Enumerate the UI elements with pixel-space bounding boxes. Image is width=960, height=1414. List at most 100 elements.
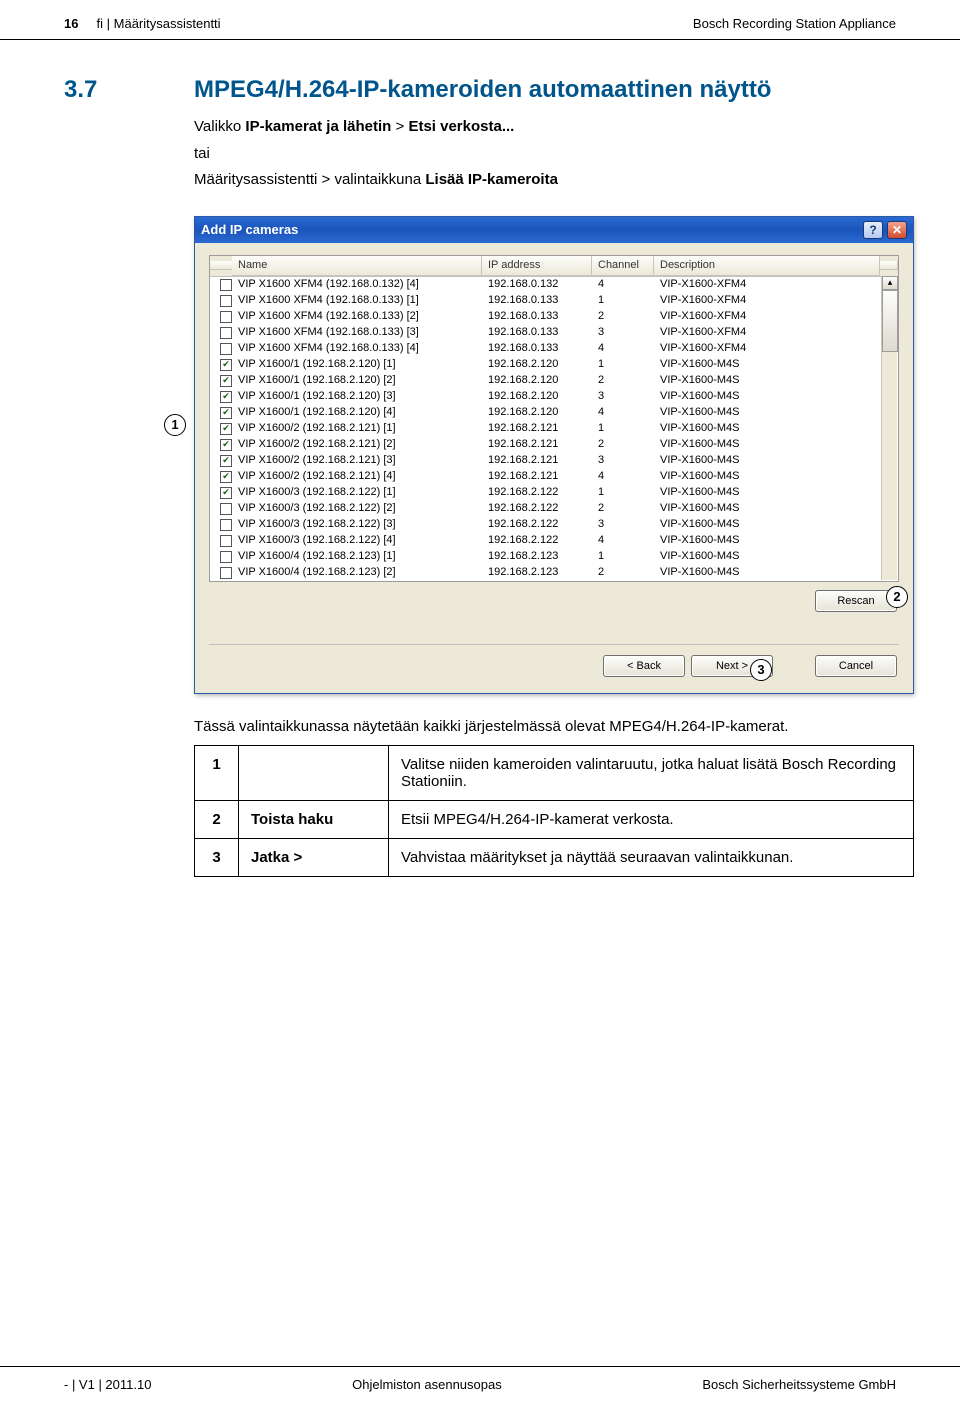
cell-ip: 192.168.0.133 [482,309,592,324]
ref-desc: Vahvistaa määritykset ja näyttää seuraav… [389,838,914,876]
table-row[interactable]: VIP X1600/1 (192.168.2.120) [2]192.168.2… [210,373,898,389]
row-checkbox[interactable] [220,343,232,355]
cell-ip: 192.168.2.122 [482,517,592,532]
cell-ip: 192.168.2.121 [482,421,592,436]
table-row[interactable]: VIP X1600/3 (192.168.2.122) [3]192.168.2… [210,517,898,533]
cell-description: VIP-X1600-M4S [654,501,880,516]
table-row[interactable]: VIP X1600/3 (192.168.2.122) [4]192.168.2… [210,533,898,549]
scrollbar-header [880,261,898,270]
cell-description: VIP-X1600-XFM4 [654,325,880,340]
cell-channel: 3 [592,325,654,340]
text: Määritysassistentti > valintaikkuna [194,171,425,188]
cell-description: VIP-X1600-M4S [654,373,880,388]
ref-num: 1 [195,745,239,800]
table-row[interactable]: VIP X1600/4 (192.168.2.123) [1]192.168.2… [210,549,898,565]
table-row[interactable]: VIP X1600/2 (192.168.2.121) [1]192.168.2… [210,421,898,437]
table-row[interactable]: VIP X1600/2 (192.168.2.121) [3]192.168.2… [210,453,898,469]
col-name[interactable]: Name [232,256,482,276]
ref-label [239,745,389,800]
table-row[interactable]: VIP X1600/2 (192.168.2.121) [2]192.168.2… [210,437,898,453]
row-checkbox[interactable] [220,535,232,547]
callout-3: 3 [750,659,772,681]
cell-name: VIP X1600/1 (192.168.2.120) [3] [232,389,482,404]
callout-2: 2 [886,586,908,608]
cell-channel: 2 [592,501,654,516]
cell-ip: 192.168.0.133 [482,293,592,308]
spacer [779,655,809,677]
table-row[interactable]: VIP X1600/4 (192.168.2.123) [2]192.168.2… [210,565,898,581]
cell-ip: 192.168.2.120 [482,373,592,388]
rescan-button[interactable]: Rescan [815,590,897,612]
table-row[interactable]: VIP X1600/2 (192.168.2.121) [4]192.168.2… [210,469,898,485]
table-row[interactable]: VIP X1600 XFM4 (192.168.0.133) [1]192.16… [210,293,898,309]
table-row[interactable]: VIP X1600/1 (192.168.2.120) [3]192.168.2… [210,389,898,405]
help-icon[interactable]: ? [863,221,883,239]
cell-channel: 1 [592,485,654,500]
table-row[interactable]: VIP X1600 XFM4 (192.168.0.133) [4]192.16… [210,341,898,357]
table-row[interactable]: VIP X1600/1 (192.168.2.120) [4]192.168.2… [210,405,898,421]
row-checkbox[interactable] [220,439,232,451]
cell-channel: 4 [592,277,654,292]
row-checkbox[interactable] [220,391,232,403]
footer-left: - | V1 | 2011.10 [64,1377,151,1392]
row-checkbox[interactable] [220,519,232,531]
cell-name: VIP X1600/2 (192.168.2.121) [2] [232,437,482,452]
table-row[interactable]: VIP X1600/1 (192.168.2.120) [1]192.168.2… [210,357,898,373]
row-checkbox[interactable] [220,567,232,579]
ref-desc: Valitse niiden kameroiden valintaruutu, … [389,745,914,800]
row-checkbox[interactable] [220,487,232,499]
col-channel[interactable]: Channel [592,256,654,276]
ref-label: Jatka > [239,838,389,876]
cell-channel: 4 [592,469,654,484]
table-row[interactable]: VIP X1600/3 (192.168.2.122) [1]192.168.2… [210,485,898,501]
cell-ip: 192.168.0.133 [482,341,592,356]
cell-name: VIP X1600 XFM4 (192.168.0.132) [4] [232,277,482,292]
scroll-thumb[interactable] [882,290,898,352]
cell-name: VIP X1600 XFM4 (192.168.0.133) [3] [232,325,482,340]
scrollbar[interactable]: ▴ [881,276,897,580]
row-checkbox[interactable] [220,359,232,371]
cell-ip: 192.168.2.122 [482,533,592,548]
cancel-button[interactable]: Cancel [815,655,897,677]
row-checkbox[interactable] [220,471,232,483]
row-checkbox[interactable] [220,311,232,323]
table-row[interactable]: VIP X1600/3 (192.168.2.122) [2]192.168.2… [210,501,898,517]
camera-table: Name IP address Channel Description VIP … [209,255,899,582]
row-checkbox[interactable] [220,279,232,291]
cell-description: VIP-X1600-M4S [654,533,880,548]
scroll-up-icon[interactable]: ▴ [882,276,898,290]
cell-ip: 192.168.2.121 [482,437,592,452]
table-row[interactable]: VIP X1600 XFM4 (192.168.0.133) [3]192.16… [210,325,898,341]
row-checkbox[interactable] [220,407,232,419]
cell-description: VIP-X1600-XFM4 [654,293,880,308]
col-ip[interactable]: IP address [482,256,592,276]
row-checkbox[interactable] [220,455,232,467]
back-button[interactable]: < Back [603,655,685,677]
callout-1: 1 [164,414,186,436]
cell-name: VIP X1600/3 (192.168.2.122) [3] [232,517,482,532]
row-checkbox[interactable] [220,503,232,515]
titlebar[interactable]: Add IP cameras ? ✕ [195,217,913,243]
text: Valikko [194,118,245,135]
close-icon[interactable]: ✕ [887,221,907,239]
cell-description: VIP-X1600-XFM4 [654,277,880,292]
cell-name: VIP X1600 XFM4 (192.168.0.133) [1] [232,293,482,308]
row-checkbox[interactable] [220,551,232,563]
cell-channel: 1 [592,421,654,436]
cell-name: VIP X1600/3 (192.168.2.122) [2] [232,501,482,516]
col-description[interactable]: Description [654,256,880,276]
cell-name: VIP X1600/3 (192.168.2.122) [4] [232,533,482,548]
table-row[interactable]: VIP X1600 XFM4 (192.168.0.133) [2]192.16… [210,309,898,325]
cell-description: VIP-X1600-M4S [654,421,880,436]
row-checkbox[interactable] [220,375,232,387]
row-checkbox[interactable] [220,295,232,307]
cell-name: VIP X1600 XFM4 (192.168.0.133) [4] [232,341,482,356]
cell-description: VIP-X1600-M4S [654,405,880,420]
cell-name: VIP X1600/2 (192.168.2.121) [1] [232,421,482,436]
row-checkbox[interactable] [220,327,232,339]
cell-name: VIP X1600/2 (192.168.2.121) [4] [232,469,482,484]
cell-ip: 192.168.2.123 [482,565,592,580]
cell-channel: 4 [592,533,654,548]
row-checkbox[interactable] [220,423,232,435]
table-row[interactable]: VIP X1600 XFM4 (192.168.0.132) [4]192.16… [210,277,898,293]
